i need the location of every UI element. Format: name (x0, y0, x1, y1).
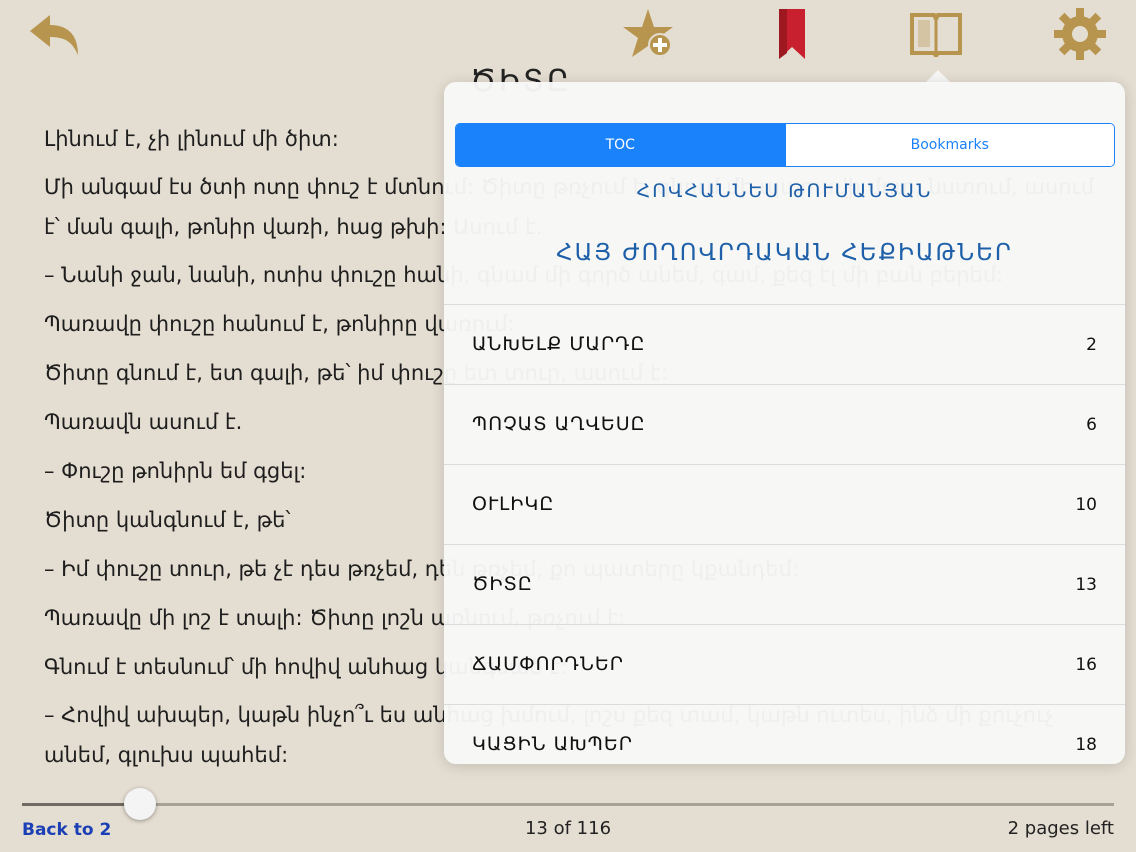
open-book-icon (910, 13, 962, 57)
toc-item[interactable]: ՕՒԼԻԿԸ 10 (444, 464, 1125, 544)
toc-item-page: 2 (1086, 335, 1097, 355)
toc-item-page: 13 (1075, 575, 1097, 595)
page-indicator: 13 of 116 (524, 818, 612, 839)
pages-left-label: 2 pages left (1007, 818, 1114, 839)
toc-item[interactable]: ՊՈՉԱՏ ԱՂՎԵՍԸ 6 (444, 384, 1125, 464)
toc-item-title: ԱՆԽԵԼՔ ՄԱՐԴԸ (472, 333, 646, 355)
tab-toc[interactable]: TOC (456, 124, 785, 166)
toc-item[interactable]: ԿԱՑԻՆ ԱԽՊԵՐ 18 (444, 704, 1125, 764)
toc-list: ԱՆԽԵԼՔ ՄԱՐԴԸ 2 ՊՈՉԱՏ ԱՂՎԵՍԸ 6 ՕՒԼԻԿԸ 10 … (444, 304, 1125, 764)
toc-item-page: 6 (1086, 415, 1097, 435)
book-title: ՀԱՅ ԺՈՂՈՎՐԴԱԿԱՆ ՀԵՔԻԱԹՆԵՐ (556, 240, 1013, 266)
page-slider-track[interactable] (22, 803, 1114, 806)
back-button[interactable] (24, 6, 84, 62)
settings-button[interactable] (1050, 6, 1110, 62)
toc-item-page: 10 (1075, 495, 1097, 515)
toc-item[interactable]: ՃԱՄՓՈՐԴՆԵՐ 16 (444, 624, 1125, 704)
tab-bookmarks[interactable]: Bookmarks (784, 124, 1114, 166)
star-add-icon (623, 9, 673, 57)
toc-item-title: ՕՒԼԻԿԸ (472, 493, 555, 515)
bookmark-button[interactable] (762, 6, 822, 62)
toc-item-page: 16 (1075, 655, 1097, 675)
toc-item-title: ՊՈՉԱՏ ԱՂՎԵՍԸ (472, 413, 646, 435)
toc-item-page: 18 (1075, 735, 1097, 755)
toc-item-title: ԾԻՏԸ (472, 573, 533, 595)
toc-item[interactable]: ԾԻՏԸ 13 (444, 544, 1125, 624)
toc-item-title: ՃԱՄՓՈՐԴՆԵՐ (472, 653, 624, 675)
toc-bookmarks-segmented-control: TOC Bookmarks (455, 123, 1115, 167)
page-slider-thumb[interactable] (124, 788, 156, 820)
book-author: ՀՈՎՀԱՆՆԵՍ ԹՈՒՄԱՆՅԱՆ (636, 180, 933, 202)
add-favorite-button[interactable] (618, 6, 678, 62)
toc-button[interactable] (906, 6, 966, 62)
toc-popover: TOC Bookmarks ՀՈՎՀԱՆՆԵՍ ԹՈՒՄԱՆՅԱՆ ՀԱՅ ԺՈ… (444, 82, 1125, 764)
toc-item[interactable]: ԱՆԽԵԼՔ ՄԱՐԴԸ 2 (444, 304, 1125, 384)
gear-icon (1054, 8, 1106, 60)
back-arrow-icon (30, 15, 78, 55)
toc-item-title: ԿԱՑԻՆ ԱԽՊԵՐ (472, 733, 633, 755)
page-slider-fill (22, 803, 140, 806)
bookmark-ribbon-icon (779, 9, 805, 59)
